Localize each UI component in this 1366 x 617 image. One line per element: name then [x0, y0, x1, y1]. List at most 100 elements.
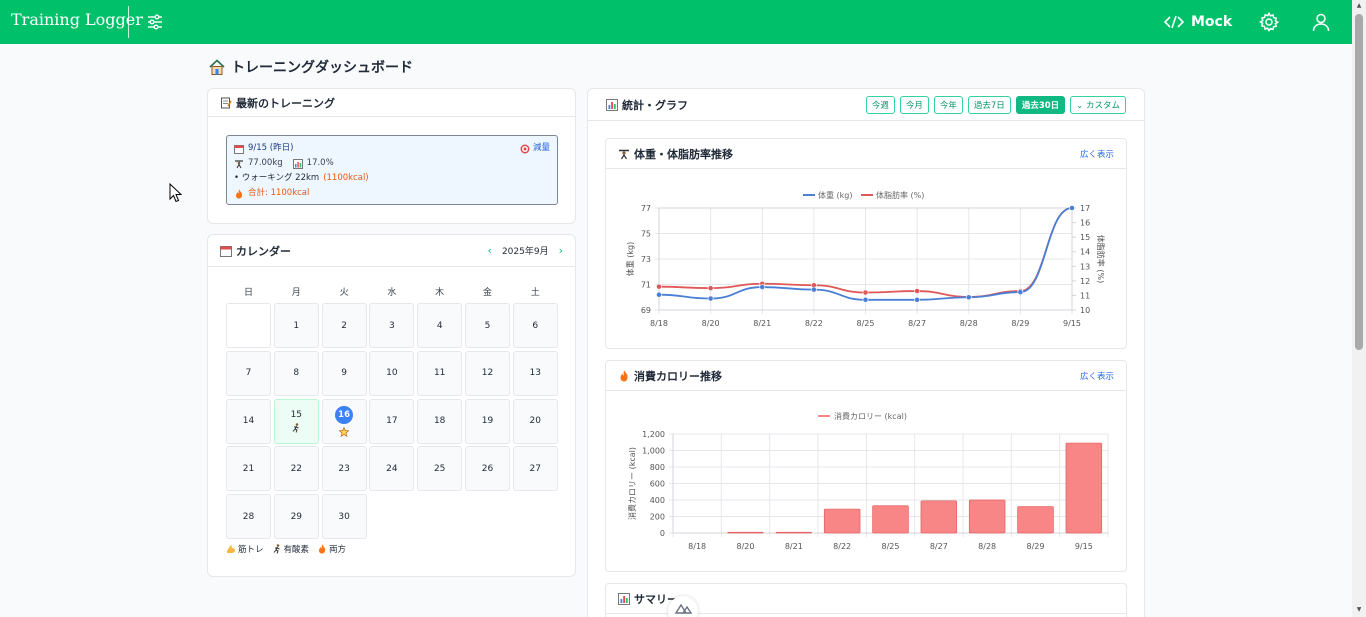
- y-axis-label: 消費カロリー (kcal): [627, 447, 637, 520]
- latest-activity: • ウォーキング 22km: [234, 173, 320, 183]
- day-cell-26[interactable]: 26: [464, 446, 510, 492]
- data-point[interactable]: [914, 296, 921, 303]
- page-scrollbar[interactable]: ▲ ▼: [1352, 0, 1366, 617]
- day-cell-23[interactable]: 23: [321, 446, 367, 492]
- day-cell-14[interactable]: 14: [226, 398, 271, 444]
- day-cell-1[interactable]: 1: [273, 303, 319, 348]
- day-cell-16[interactable]: 16: [321, 398, 367, 444]
- day-cell-9[interactable]: 9: [321, 350, 367, 396]
- next-month-chevron-icon[interactable]: ›: [559, 244, 563, 257]
- data-point[interactable]: [862, 289, 869, 296]
- day-cell-13[interactable]: 13: [512, 350, 558, 396]
- data-point[interactable]: [914, 288, 921, 294]
- day-cell-24[interactable]: 24: [369, 446, 415, 492]
- calorie-bar[interactable]: [1017, 506, 1054, 534]
- day-cell-27[interactable]: 27: [512, 446, 558, 492]
- x-tick-label: 8/18: [650, 319, 668, 328]
- day-cell-3[interactable]: 3: [369, 303, 415, 348]
- day-number: 10: [386, 368, 398, 379]
- data-point[interactable]: [1017, 289, 1024, 296]
- gear-icon[interactable]: [1259, 12, 1280, 32]
- latest-weight: 77.00kg: [248, 158, 283, 168]
- devtools-badge[interactable]: [668, 596, 698, 617]
- scroll-down-arrow[interactable]: ▼: [1355, 606, 1363, 613]
- day-cell-7[interactable]: 7: [226, 350, 271, 396]
- y-tick-label: 75: [641, 230, 651, 239]
- day-cell-19[interactable]: 19: [464, 398, 510, 444]
- day-cell-5[interactable]: 5: [464, 303, 510, 348]
- day-cell-2[interactable]: 2: [321, 303, 367, 348]
- legend-label: 消費カロリー (kcal): [834, 411, 907, 421]
- empty-day-cell: [226, 303, 271, 348]
- y-tick-label: 1,000: [642, 447, 665, 456]
- day-cell-15[interactable]: 15: [273, 398, 319, 444]
- target-icon: [520, 144, 530, 153]
- range-button-2[interactable]: 今年: [933, 95, 963, 114]
- day-cell-25[interactable]: 25: [417, 446, 463, 492]
- y-tick-label: 200: [650, 513, 665, 522]
- day-cell-18[interactable]: 18: [417, 398, 463, 444]
- prev-month-chevron-icon[interactable]: ‹: [488, 244, 492, 257]
- data-point[interactable]: [656, 291, 662, 298]
- calorie-bar[interactable]: [872, 505, 909, 534]
- calorie-bar[interactable]: [920, 500, 958, 534]
- range-button-0[interactable]: 今週: [865, 95, 895, 114]
- day-cell-10[interactable]: 10: [369, 350, 415, 396]
- y-tick-label: 400: [650, 496, 665, 505]
- latest-training-entry[interactable]: 9/15 (昨日) 減量 77.00kg 17.0% • ウォーキング 22km…: [226, 135, 558, 205]
- calorie-bar[interactable]: [1065, 442, 1103, 534]
- day-cell-30[interactable]: 30: [321, 494, 367, 540]
- day-number: 21: [242, 463, 255, 474]
- calorie-bar[interactable]: [823, 508, 861, 534]
- mock-button[interactable]: Mock: [1164, 12, 1232, 32]
- data-point[interactable]: [707, 295, 714, 302]
- scroll-thumb[interactable]: [1355, 14, 1363, 350]
- stats-header: 統計・グラフ 今週 今月 今年 過去7日 過去30日 ⌄ カスタム: [588, 89, 1144, 121]
- day-number: 1: [293, 320, 300, 331]
- y-tick-label: 0: [660, 529, 665, 538]
- calorie-bar[interactable]: [968, 499, 1006, 534]
- day-number: 22: [290, 463, 303, 474]
- day-cell-4[interactable]: 4: [417, 303, 463, 348]
- weight-chart-expand-link[interactable]: 広く表示: [1080, 148, 1114, 160]
- range-button-4[interactable]: 過去30日: [1015, 95, 1066, 114]
- day-cell-29[interactable]: 29: [273, 494, 319, 540]
- data-point[interactable]: [1069, 205, 1075, 211]
- data-point[interactable]: [656, 283, 662, 290]
- scroll-up-arrow[interactable]: ▲: [1355, 2, 1363, 9]
- legend-cardio: 有酸素: [272, 543, 309, 555]
- day-cell-8[interactable]: 8: [273, 350, 319, 396]
- day-cell-28[interactable]: 28: [226, 494, 271, 540]
- range-button-3[interactable]: 過去7日: [967, 95, 1011, 114]
- day-cell-21[interactable]: 21: [226, 446, 271, 492]
- day-number: 2: [341, 320, 347, 331]
- right-tick-label: 12: [1080, 277, 1090, 286]
- x-tick-label: 8/22: [833, 542, 851, 551]
- range-button-5[interactable]: ⌄ カスタム: [1070, 95, 1126, 114]
- right-tick-label: 14: [1080, 248, 1090, 257]
- weightlifter-icon: [235, 159, 243, 168]
- user-icon[interactable]: [1311, 12, 1331, 32]
- day-cell-22[interactable]: 22: [273, 446, 319, 492]
- day-cell-17[interactable]: 17: [369, 398, 415, 444]
- data-point[interactable]: [965, 294, 972, 301]
- filter-settings-icon[interactable]: [146, 13, 164, 31]
- calorie-bar[interactable]: [775, 531, 813, 534]
- weight-chart-panel: 体重・体脂肪率推移 広く表示 8/18 8/20 8/21 8/22 8/25 8/27 8…: [605, 138, 1127, 349]
- brand-title[interactable]: Training Logger: [11, 10, 143, 29]
- data-point[interactable]: [810, 286, 817, 293]
- range-button-1[interactable]: 今月: [899, 95, 929, 114]
- data-point[interactable]: [759, 284, 766, 290]
- data-point[interactable]: [707, 285, 714, 292]
- data-point[interactable]: [862, 296, 869, 303]
- x-tick-label: 8/20: [702, 319, 720, 328]
- calorie-bar[interactable]: [727, 531, 764, 534]
- weight-chart-header: 体重・体脂肪率推移 広く表示: [606, 139, 1126, 169]
- x-tick-label: 9/15: [1075, 542, 1093, 551]
- day-cell-12[interactable]: 12: [464, 350, 510, 396]
- day-cell-11[interactable]: 11: [417, 350, 463, 396]
- y-tick-label: 800: [650, 463, 665, 472]
- day-cell-20[interactable]: 20: [512, 398, 558, 444]
- day-cell-6[interactable]: 6: [512, 303, 558, 348]
- calorie-chart-expand-link[interactable]: 広く表示: [1080, 370, 1114, 382]
